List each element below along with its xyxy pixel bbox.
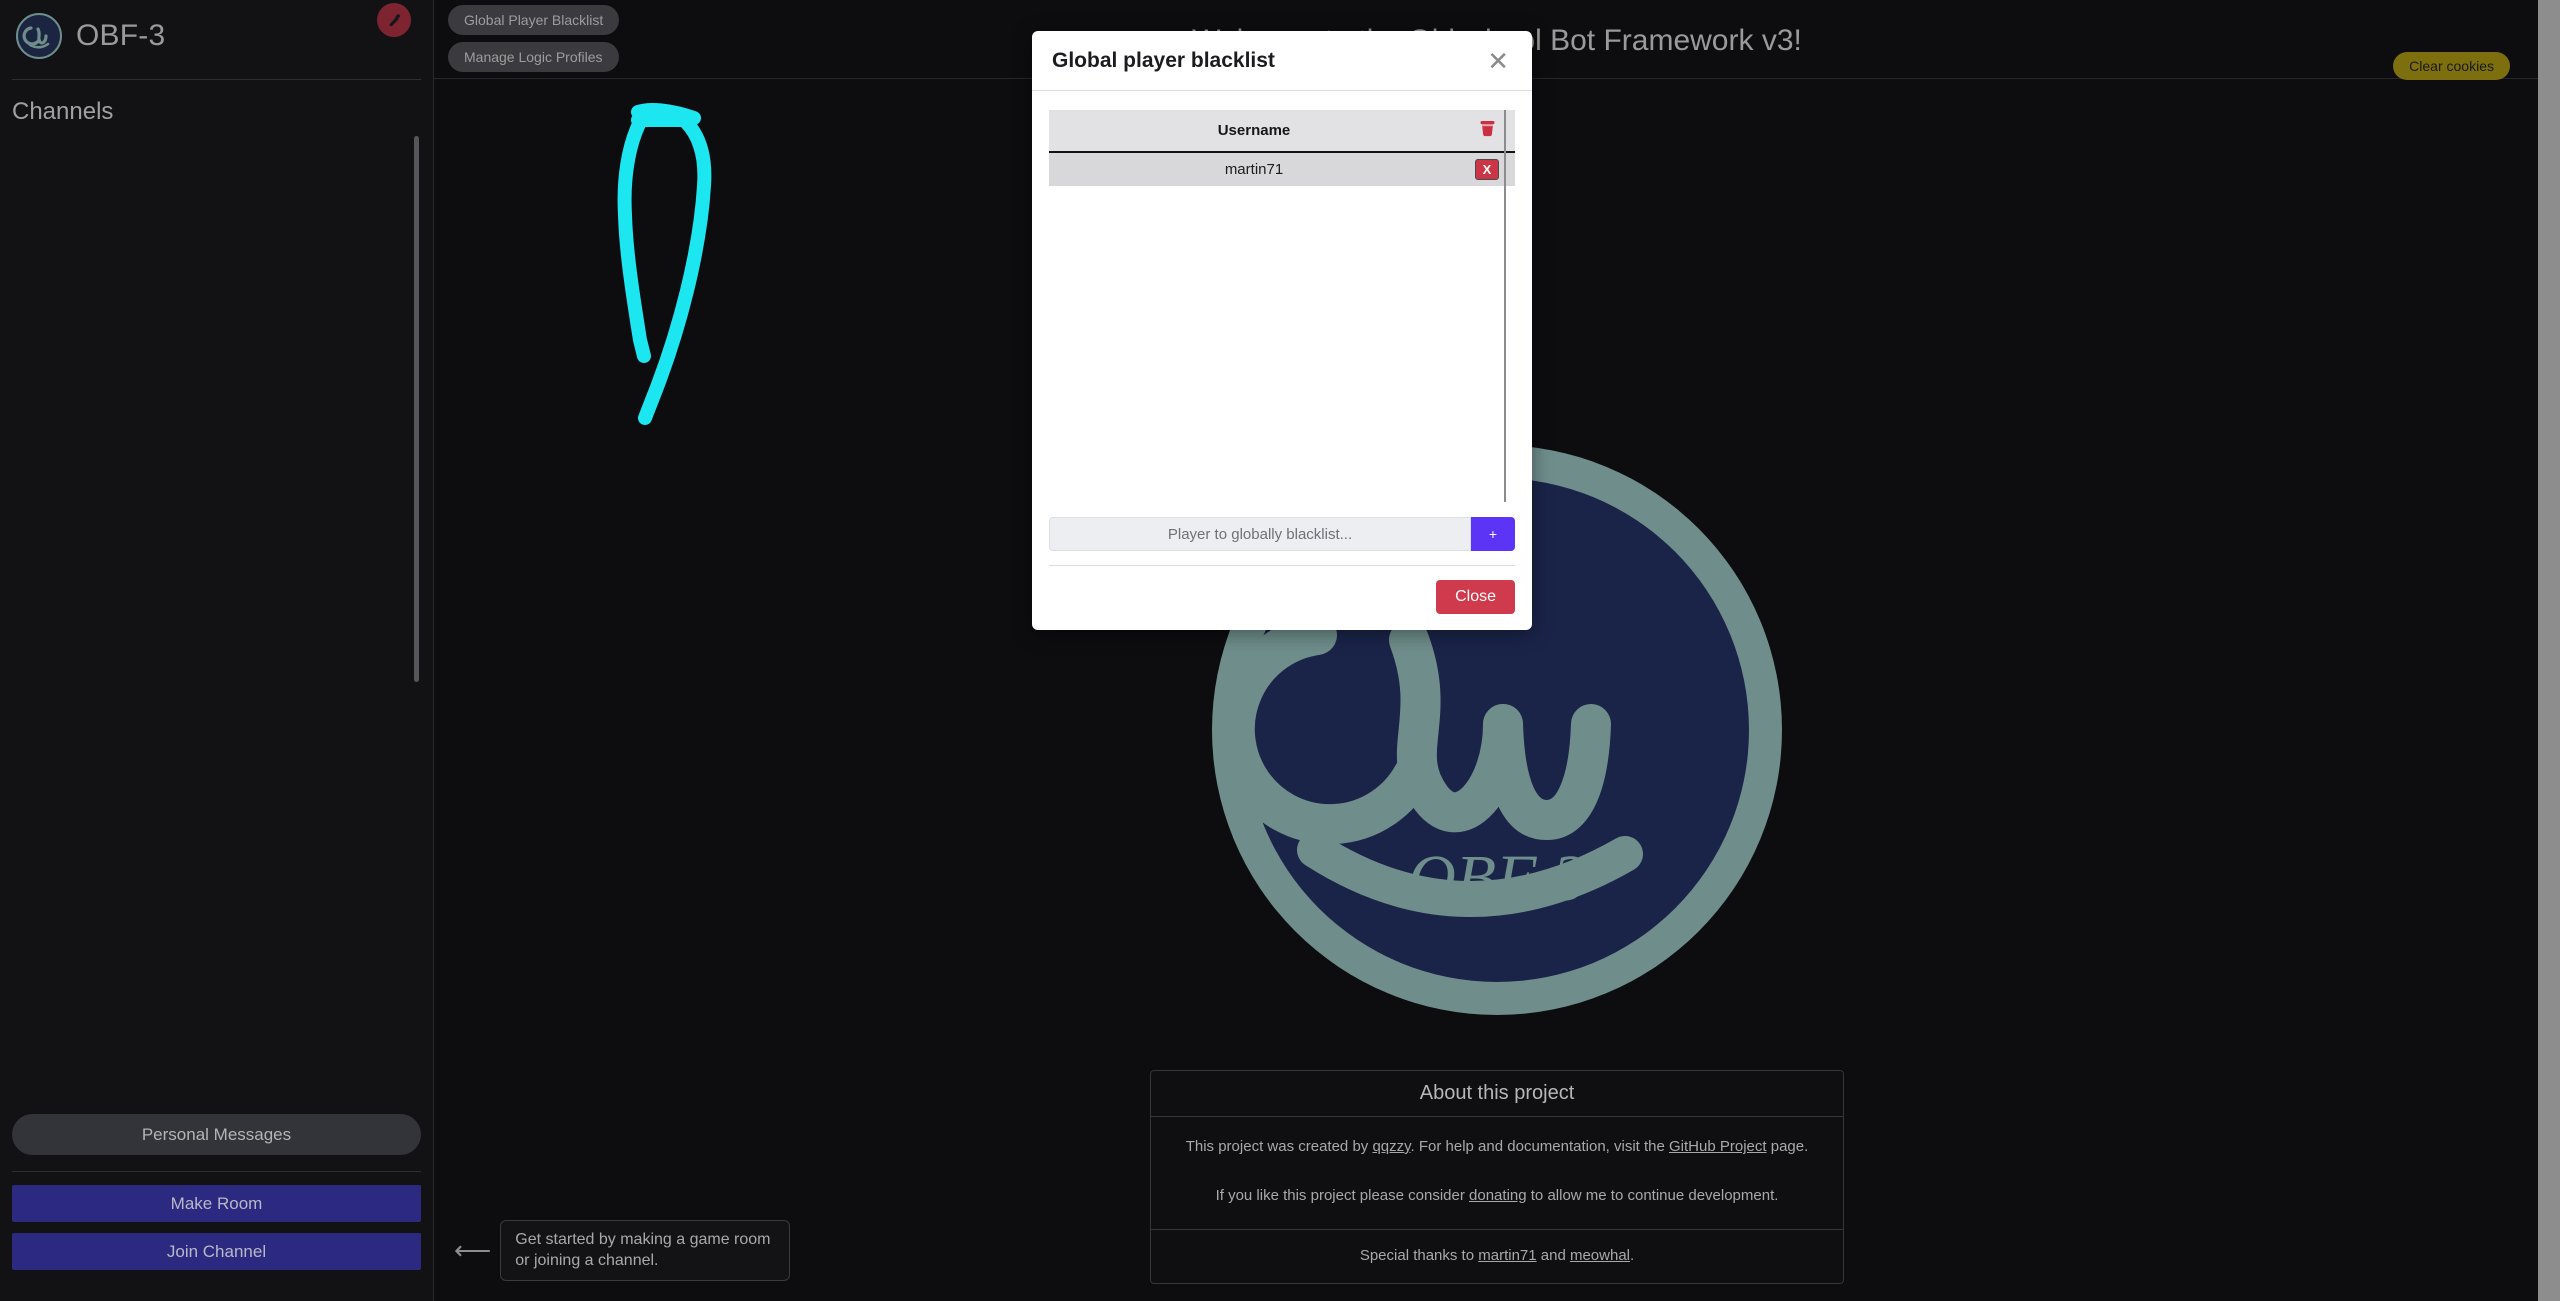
sidebar: OBF-3 Channels Personal Messages Make Ro… [0,0,434,1301]
about-line-2: If you like this project please consider… [1165,1185,1829,1208]
github-project-link[interactable]: GitHub Project [1669,1138,1767,1155]
modal-title: Global player blacklist [1052,49,1275,72]
add-player-row: + [1049,517,1515,566]
blacklist-table-head: Username [1049,110,1515,153]
blacklist-table: Username martin71 X [1049,110,1515,186]
about-line-1: This project was created by qqzzy. For h… [1165,1136,1829,1159]
personal-messages-button[interactable]: Personal Messages [12,1114,421,1155]
plug-disconnect-icon[interactable] [377,3,411,37]
clear-cookies-button[interactable]: Clear cookies [2393,52,2510,80]
blacklist-table-scrollbar[interactable] [1504,110,1506,502]
about-thanks: Special thanks to martin71 and meowhal. [1151,1230,1843,1283]
blacklist-table-body: martin71 X [1049,152,1515,186]
thanks-text2: and [1536,1247,1570,1264]
page-scrollbar[interactable] [2538,0,2560,1301]
modal-header: Global player blacklist ✕ [1032,31,1532,91]
blacklist-player-input[interactable] [1049,517,1471,551]
get-started-callout-text: Get started by making a game room or joi… [500,1219,791,1281]
modal-footer: Close [1032,566,1532,630]
sidebar-section-title: Channels [12,98,114,125]
donating-link[interactable]: donating [1469,1187,1527,1204]
watermark-brand-text: OBF 3 [1408,842,1586,915]
qqzzy-link[interactable]: qqzzy [1372,1138,1410,1155]
sidebar-header: OBF-3 [0,0,433,62]
about-line1-text1: This project was created by [1185,1138,1373,1155]
about-body: This project was created by qqzzy. For h… [1151,1117,1843,1230]
blacklist-table-wrapper: Username martin71 X [1049,110,1515,505]
channels-list [0,126,433,1114]
about-heading: About this project [1151,1071,1843,1117]
sidebar-footer-divider [12,1171,421,1172]
clear-all-header-cell [1459,110,1515,153]
obf-circle-logo-icon [16,13,62,59]
about-line2-text1: If you like this project please consider [1215,1186,1470,1204]
cell-remove: X [1459,152,1515,186]
thanks-text3: . [1630,1247,1635,1264]
column-header-username: Username [1049,110,1459,153]
app-title: OBF-3 [76,19,166,52]
join-channel-button[interactable]: Join Channel [12,1233,421,1270]
table-row[interactable]: martin71 X [1049,152,1515,186]
app-root: OBF-3 Channels Personal Messages Make Ro… [0,0,2560,1301]
close-x-icon[interactable]: ✕ [1484,48,1512,74]
remove-row-button[interactable]: X [1475,159,1499,180]
about-this-project-panel: About this project This project was crea… [1150,1070,1844,1284]
modal-close-button[interactable]: Close [1436,580,1515,614]
about-line2-text2: to allow me to continue development. [1526,1186,1779,1204]
add-player-button[interactable]: + [1471,517,1515,551]
modal-body: Username martin71 X Player to globally b… [1032,91,1532,566]
martin71-link[interactable]: martin71 [1478,1247,1536,1264]
about-line1-text2: . For help and documentation, visit the [1410,1138,1670,1155]
trash-can-icon[interactable] [1479,119,1496,142]
make-room-button[interactable]: Make Room [12,1185,421,1222]
channels-scrollbar[interactable] [414,136,419,682]
get-started-callout: ⟵ Get started by making a game room or j… [454,1219,791,1281]
global-player-blacklist-modal: Global player blacklist ✕ Username marti… [1032,31,1532,630]
table-header-row: Username [1049,110,1515,153]
meowhal-link[interactable]: meowhal [1570,1247,1630,1264]
sidebar-footer: Personal Messages Make Room Join Channel [0,1114,433,1301]
thanks-text1: Special thanks to [1359,1247,1479,1264]
about-line1-text3: page. [1766,1138,1809,1155]
left-arrow-icon: ⟵ [454,1235,492,1266]
cell-username: martin71 [1049,152,1459,186]
